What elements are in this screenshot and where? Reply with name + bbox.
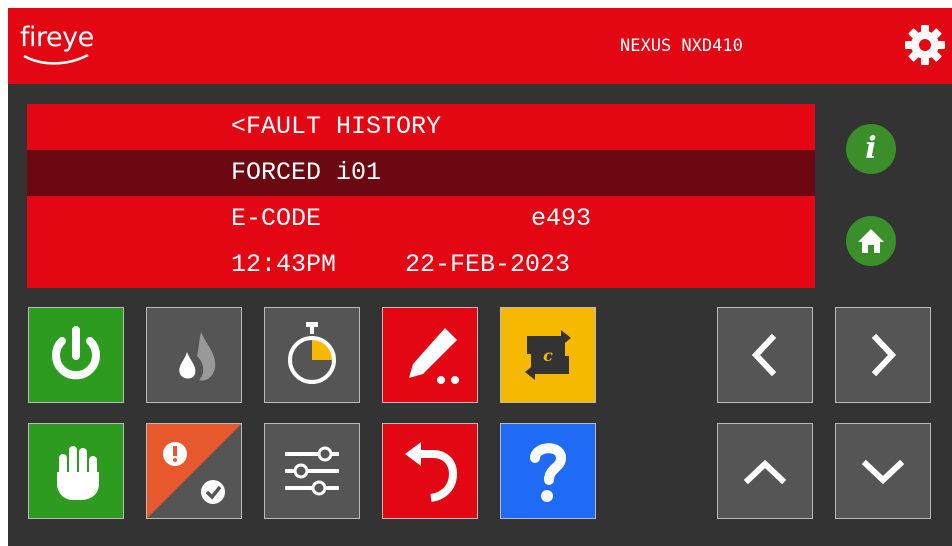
- lcd-code-value: e493: [531, 204, 592, 233]
- top-bar: [8, 8, 952, 84]
- lcd-selected-item: FORCED i01: [231, 158, 382, 187]
- power-icon: [52, 326, 100, 380]
- chevron-left-icon: [751, 333, 777, 377]
- lcd-row-title: <FAULT HISTORY: [27, 104, 815, 150]
- lcd-date: 22-FEB-2023: [405, 250, 571, 279]
- flame-button[interactable]: [146, 307, 242, 403]
- down-button[interactable]: [835, 423, 931, 519]
- lcd-row-timestamp: 12:43PM 22-FEB-2023: [27, 242, 815, 288]
- alarm-acknowledge-button[interactable]: [146, 423, 242, 519]
- home-button[interactable]: [846, 216, 896, 266]
- sliders-icon: [285, 446, 339, 496]
- cycle-c-button[interactable]: c: [500, 307, 596, 403]
- device-model: NEXUS NXD410: [620, 36, 743, 56]
- help-icon: [530, 443, 567, 502]
- pencil-icon: [409, 328, 459, 384]
- undo-button[interactable]: [382, 423, 478, 519]
- left-button[interactable]: [717, 307, 813, 403]
- brand-logo: fireye: [20, 22, 94, 53]
- up-button[interactable]: [717, 423, 813, 519]
- hand-stop-button[interactable]: [28, 423, 124, 519]
- chevron-down-icon: [861, 459, 905, 485]
- info-button[interactable]: i: [846, 124, 896, 174]
- lcd-title: <FAULT HISTORY: [231, 112, 442, 141]
- timer-icon: [288, 322, 336, 384]
- home-icon: [858, 229, 884, 253]
- lcd-code-label: E-CODE: [231, 204, 322, 233]
- hand-stop-icon: [57, 446, 99, 500]
- info-icon: i: [865, 131, 877, 166]
- help-button[interactable]: [500, 423, 596, 519]
- logo-swoosh-icon: [23, 53, 89, 65]
- gear-icon[interactable]: [904, 24, 946, 66]
- undo-icon: [405, 442, 458, 502]
- chevron-right-icon: [871, 333, 897, 377]
- lcd-row-code: E-CODE e493: [27, 196, 815, 242]
- sliders-button[interactable]: [264, 423, 360, 519]
- power-button[interactable]: [28, 307, 124, 403]
- timer-button[interactable]: [264, 307, 360, 403]
- lcd-time: 12:43PM: [231, 250, 337, 279]
- chevron-up-icon: [743, 459, 787, 485]
- lcd-row-selected[interactable]: FORCED i01: [27, 150, 815, 196]
- cycle-c-icon: c: [525, 330, 571, 380]
- right-button[interactable]: [835, 307, 931, 403]
- lcd-display: <FAULT HISTORY FORCED i01 E-CODE e493 12…: [27, 104, 815, 288]
- edit-button[interactable]: [382, 307, 478, 403]
- alarm-acknowledge-icon: [163, 442, 225, 504]
- svg-text:c: c: [543, 346, 553, 365]
- flame-icon: [179, 332, 216, 381]
